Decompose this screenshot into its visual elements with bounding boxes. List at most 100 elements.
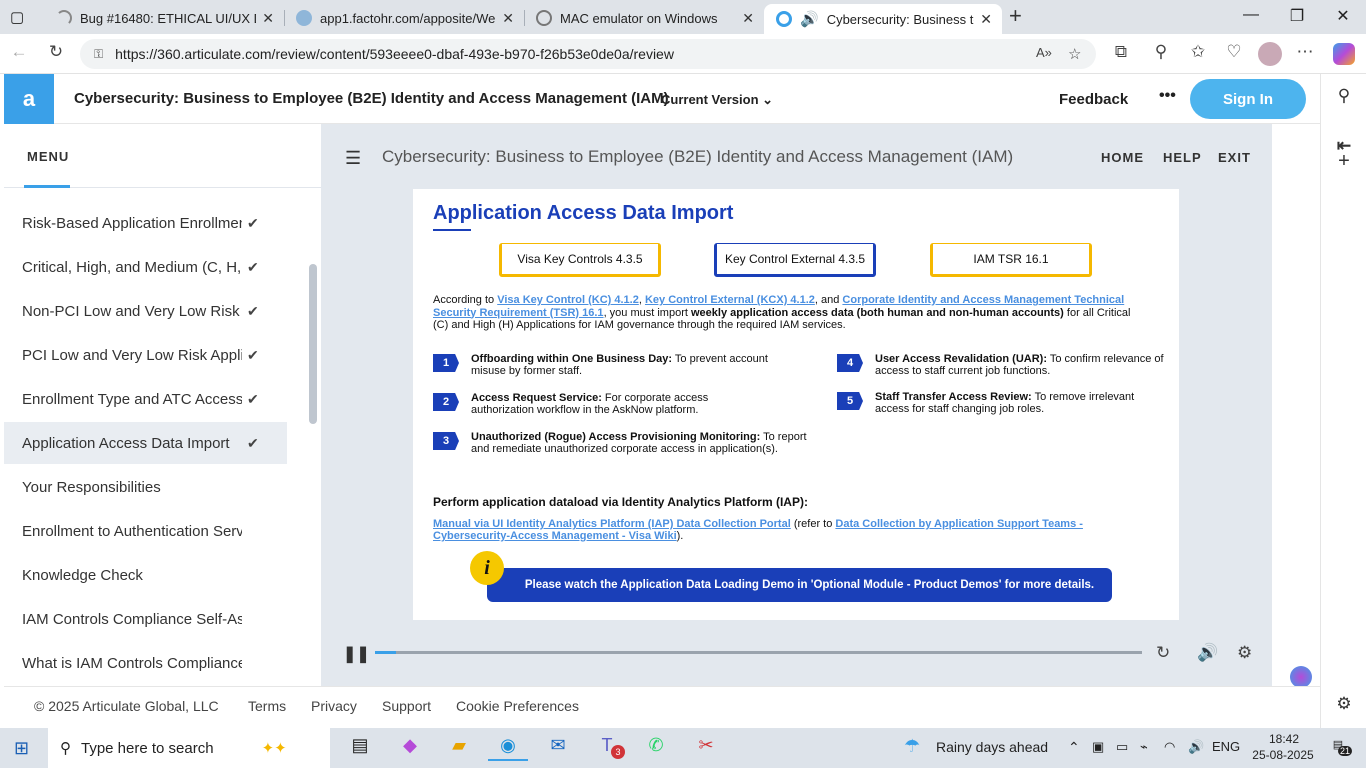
- feedback-button[interactable]: Feedback: [1059, 91, 1128, 108]
- extensions-icon[interactable]: ⧉: [1108, 42, 1134, 62]
- profile-avatar[interactable]: [1258, 42, 1282, 66]
- tab-mac-emulator[interactable]: MAC emulator on Windows ✕: [524, 4, 764, 32]
- copilot-taskbar-icon[interactable]: ◆: [390, 735, 430, 761]
- favorite-star-icon[interactable]: ☆: [1068, 45, 1081, 63]
- support-link[interactable]: Support: [382, 698, 431, 714]
- whatsapp-icon[interactable]: ✆: [636, 735, 676, 761]
- teams-icon[interactable]: T3: [587, 735, 627, 761]
- help-link[interactable]: HELP: [1163, 150, 1202, 165]
- sidebar-settings-icon[interactable]: ⚙: [1321, 694, 1366, 714]
- edge-sidebar: ⚲ ⇤ + ⚙: [1320, 74, 1366, 728]
- menu-item[interactable]: Knowledge Check: [4, 554, 287, 596]
- minimize-icon[interactable]: —: [1228, 6, 1274, 24]
- menu-item[interactable]: IAM Controls Compliance Self-Assessment: [4, 598, 287, 640]
- replay-icon[interactable]: ↻: [1156, 643, 1170, 663]
- pill-visa-key-controls: Visa Key Controls 4.3.5: [499, 243, 661, 277]
- favorites-icon[interactable]: ✩: [1185, 42, 1211, 62]
- clock-date[interactable]: 25-08-2025: [1248, 748, 1318, 762]
- menu-item-label: Enrollment to Authentication Services: [22, 522, 242, 540]
- tray-device-icon[interactable]: ▣: [1092, 739, 1104, 755]
- menu-tab[interactable]: MENU: [27, 149, 69, 164]
- menu-item[interactable]: What is IAM Controls Compliance: [4, 642, 287, 684]
- tab-close-icon[interactable]: ✕: [502, 10, 514, 27]
- window-close-icon[interactable]: ✕: [1320, 6, 1366, 26]
- version-dropdown[interactable]: Current Version ⌄: [661, 92, 773, 108]
- more-options-button[interactable]: •••: [1159, 87, 1176, 105]
- menu-item-selected[interactable]: Application Access Data Import ✔: [4, 422, 287, 464]
- menu-item[interactable]: PCI Low and Very Low Risk Applications ✔: [4, 334, 287, 376]
- tab-bug[interactable]: Bug #16480: ETHICAL UI/UX DESIGN ✕: [44, 4, 284, 32]
- tab-title: app1.factohr.com/apposite/Welcome: [320, 10, 496, 26]
- add-sidebar-icon[interactable]: +: [1321, 150, 1366, 173]
- read-aloud-icon[interactable]: A»: [1036, 45, 1052, 60]
- menu-toggle-icon[interactable]: ☰: [345, 148, 361, 169]
- settings-more-icon[interactable]: ⋯: [1292, 42, 1318, 62]
- menu-item[interactable]: Enrollment to Authentication Services: [4, 510, 287, 552]
- network-icon[interactable]: ⌁: [1140, 739, 1148, 755]
- wifi-icon[interactable]: ◠: [1164, 739, 1175, 755]
- edge-icon[interactable]: ◉: [488, 735, 528, 761]
- ai-assistant-icon[interactable]: [1290, 666, 1312, 688]
- cookie-preferences-link[interactable]: Cookie Preferences: [456, 698, 579, 714]
- snipping-tool-icon[interactable]: ✂: [686, 735, 726, 761]
- tray-display-icon[interactable]: ▭: [1116, 739, 1128, 755]
- menu-item[interactable]: Risk-Based Application Enrollment ✔: [4, 202, 287, 244]
- manual-paragraph: Manual via UI Identity Analytics Platfor…: [433, 518, 1083, 542]
- kcx-link[interactable]: Key Control External (KCX) 4.1.2: [645, 294, 815, 306]
- menu-item[interactable]: Non-PCI Low and Very Low Risk ✔: [4, 290, 287, 332]
- kc-link[interactable]: Visa Key Control (KC) 4.1.2: [497, 294, 639, 306]
- info-icon: i: [470, 551, 504, 585]
- volume-tray-icon[interactable]: 🔊: [1188, 739, 1204, 755]
- privacy-link[interactable]: Privacy: [311, 698, 357, 714]
- outlook-icon[interactable]: ✉: [538, 735, 578, 761]
- tab-close-icon[interactable]: ✕: [980, 11, 992, 28]
- tab-actions-icon[interactable]: ▢: [10, 8, 24, 26]
- tab-factohr[interactable]: app1.factohr.com/apposite/Welcome ✕: [284, 4, 524, 32]
- new-tab-button[interactable]: +: [1009, 3, 1022, 29]
- browser-nav-bar: ← ↻ ⚿ https://360.articulate.com/review/…: [0, 34, 1366, 74]
- windows-start-icon[interactable]: ⊞: [14, 738, 29, 759]
- sign-in-button[interactable]: Sign In: [1190, 79, 1306, 119]
- notifications-button[interactable]: ▤ 21: [1326, 738, 1353, 758]
- footer: © 2025 Articulate Global, LLC Terms Priv…: [4, 686, 1320, 728]
- copilot-icon[interactable]: [1333, 43, 1355, 65]
- tray-overflow-icon[interactable]: ⌃: [1068, 739, 1080, 756]
- seek-bar[interactable]: [375, 651, 1142, 654]
- weather-icon[interactable]: ☂: [904, 736, 920, 757]
- pause-icon[interactable]: ❚❚: [343, 644, 370, 664]
- search-placeholder: Type here to search: [81, 739, 214, 757]
- playback-settings-icon[interactable]: ⚙: [1237, 643, 1252, 663]
- weather-text[interactable]: Rainy days ahead: [936, 739, 1048, 755]
- exit-link[interactable]: EXIT: [1218, 150, 1251, 165]
- speaker-icon[interactable]: 🔊: [800, 10, 819, 28]
- address-bar[interactable]: ⚿ https://360.articulate.com/review/cont…: [80, 39, 1096, 69]
- site-info-icon[interactable]: ⚿: [94, 47, 103, 62]
- articulate-logo[interactable]: a: [4, 74, 54, 124]
- restore-icon[interactable]: ❐: [1274, 6, 1320, 26]
- menu-item-label: Non-PCI Low and Very Low Risk: [22, 302, 240, 320]
- tab-close-icon[interactable]: ✕: [262, 10, 274, 27]
- gear-icon: [536, 10, 552, 26]
- slide: Application Access Data Import Visa Key …: [413, 189, 1179, 620]
- menu-item[interactable]: Your Responsibilities: [4, 466, 287, 508]
- browser-essentials-icon[interactable]: ⚲: [1148, 42, 1174, 62]
- refresh-icon[interactable]: ↻: [43, 42, 69, 62]
- task-view-icon[interactable]: ▤: [340, 735, 380, 761]
- language-indicator[interactable]: ENG: [1212, 739, 1240, 754]
- menu-item[interactable]: Enrollment Type and ATC Access ✔: [4, 378, 287, 420]
- taskbar-search[interactable]: ⚲ Type here to search ✦✦: [48, 728, 330, 768]
- volume-icon[interactable]: 🔊: [1197, 643, 1218, 663]
- menu-item[interactable]: Critical, High, and Medium (C, H, M) ✔: [4, 246, 287, 288]
- tab-cybersecurity[interactable]: 🔊 Cybersecurity: Business to Employee ✕: [764, 4, 1002, 34]
- health-icon[interactable]: ♡: [1221, 42, 1247, 62]
- slide-title: Application Access Data Import: [433, 202, 734, 224]
- file-explorer-icon[interactable]: ▰: [439, 735, 479, 761]
- clock-time[interactable]: 18:42: [1262, 732, 1306, 746]
- back-icon[interactable]: ←: [6, 42, 32, 62]
- home-link[interactable]: HOME: [1101, 150, 1144, 165]
- menu-scrollbar[interactable]: [309, 264, 317, 424]
- tab-close-icon[interactable]: ✕: [742, 10, 754, 27]
- terms-link[interactable]: Terms: [248, 698, 286, 714]
- search-icon[interactable]: ⚲: [1321, 86, 1366, 106]
- iap-portal-link[interactable]: Manual via UI Identity Analytics Platfor…: [433, 518, 791, 530]
